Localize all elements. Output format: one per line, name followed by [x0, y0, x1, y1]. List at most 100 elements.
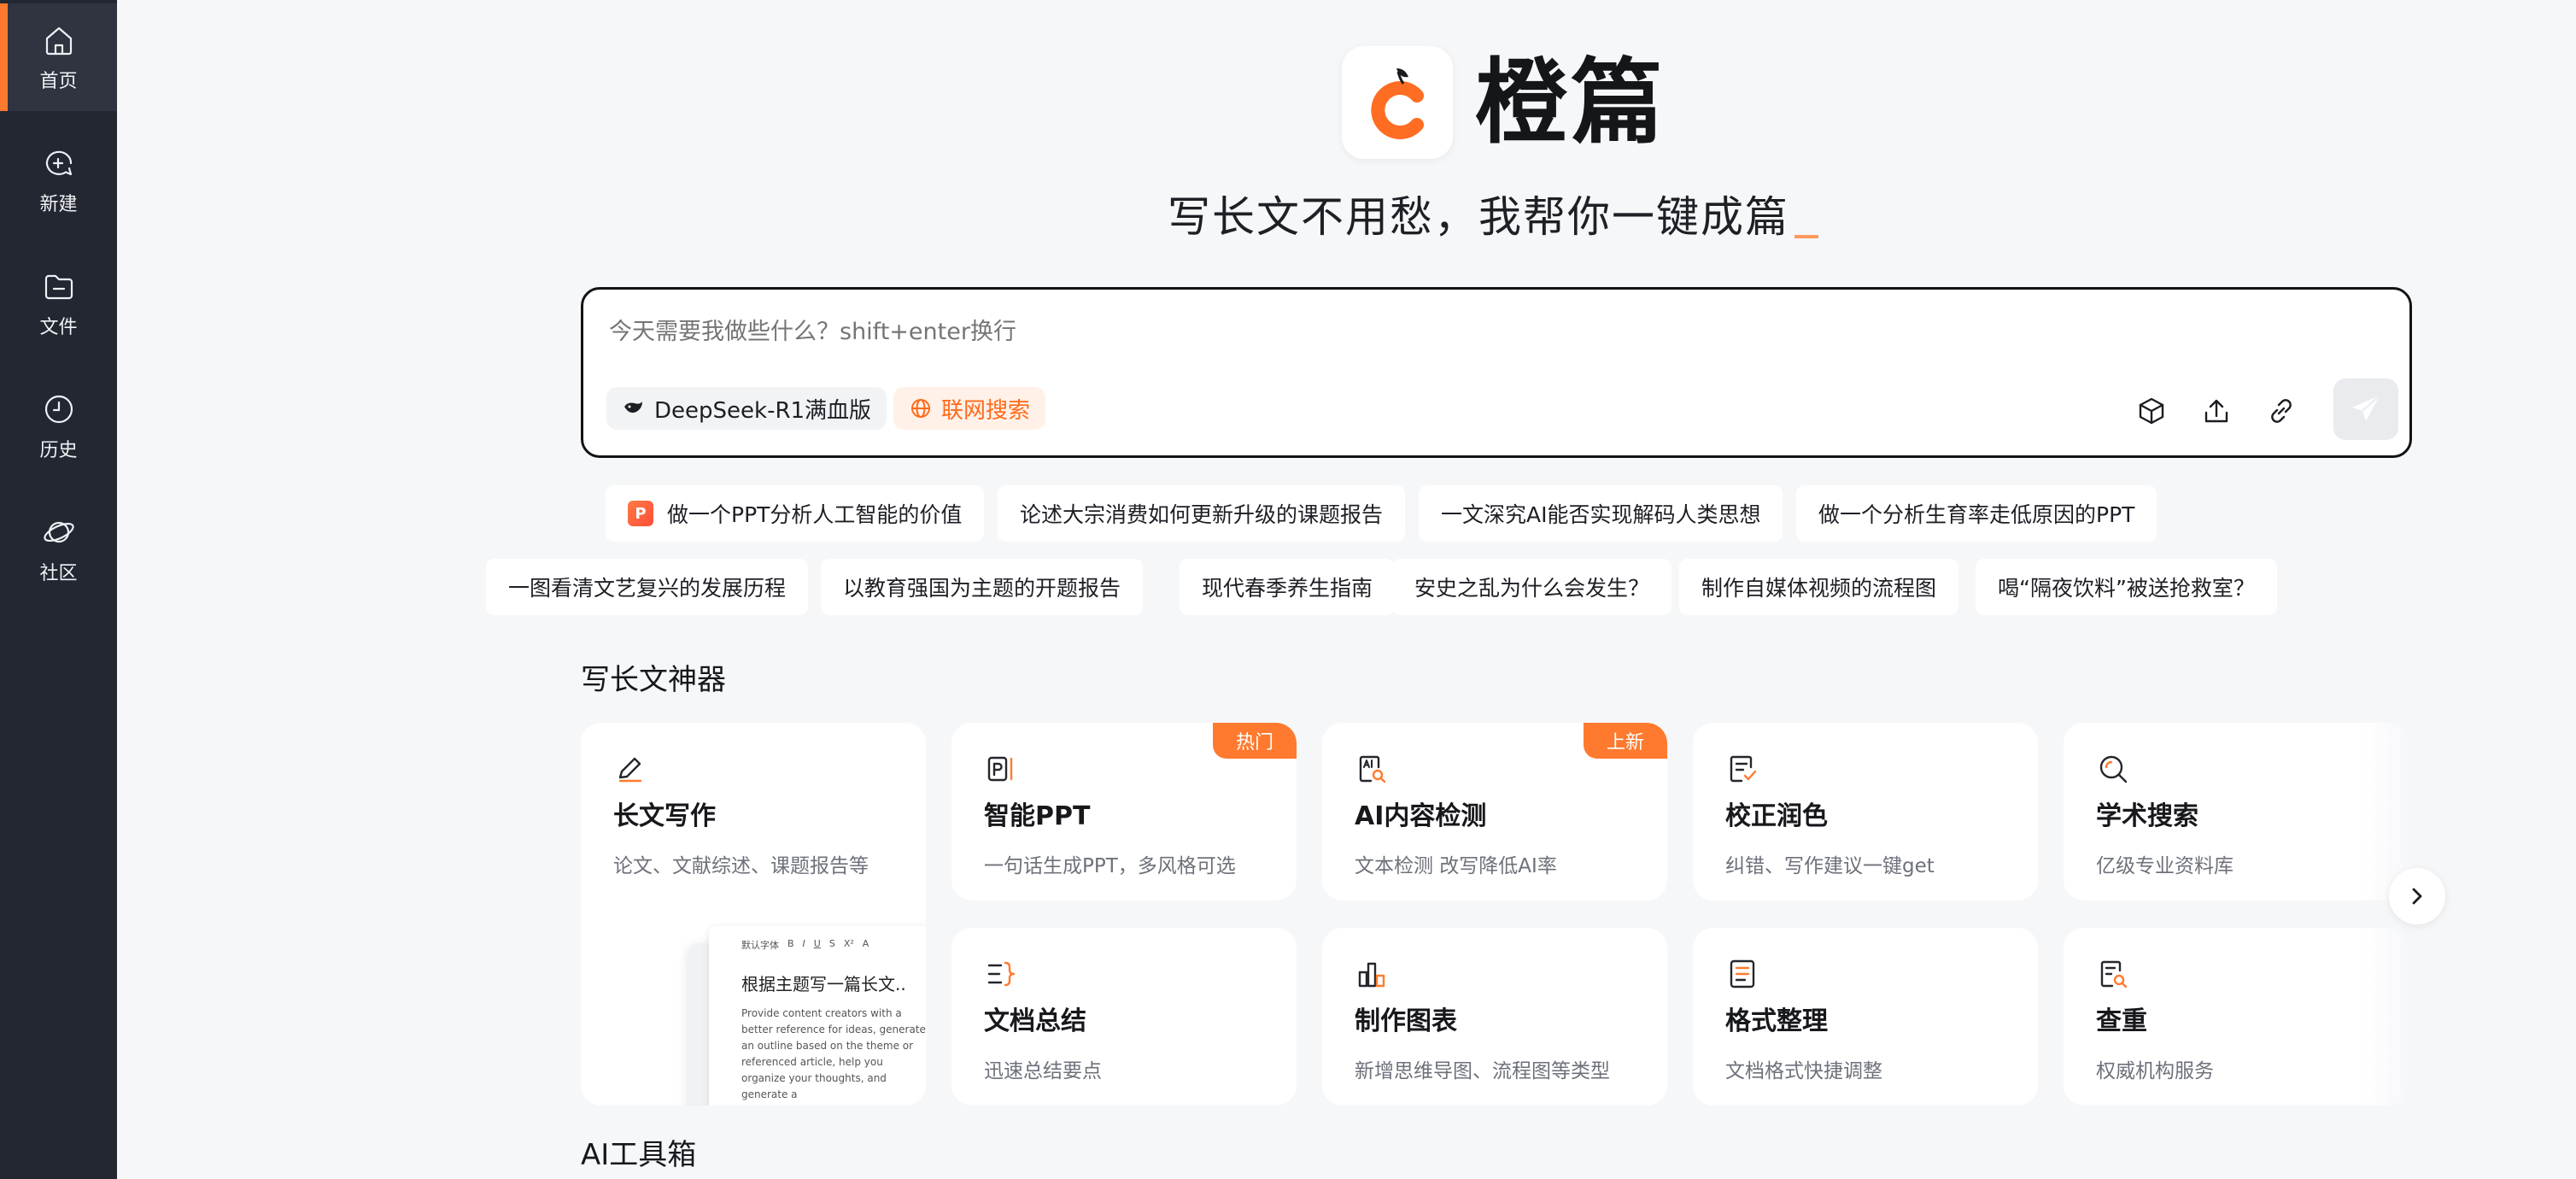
preview-font-label: 默认字体 [741, 940, 779, 951]
card-title: 智能PPT [984, 801, 1091, 831]
prompt-input[interactable] [609, 319, 1890, 345]
proofread-icon [1725, 752, 1759, 786]
card-desc: 文档格式快捷调整 [1725, 1060, 1882, 1082]
prompt-suggestion[interactable]: 论述大宗消费如何更新升级的课题报告 [998, 485, 1406, 542]
tool-card-proofread[interactable]: 校正润色 纠错、写作建议一键get [1693, 723, 2038, 900]
tool-card-smart-ppt[interactable]: 热门 智能PPT 一句话生成PPT，多风格可选 [951, 723, 1297, 900]
prompt-text: 以教育强国为主题的开题报告 [843, 576, 1121, 601]
chevron-right-icon [2412, 888, 2422, 905]
search-icon [2096, 752, 2130, 786]
tool-card-ai-detection[interactable]: 上新 AI内容检测 文本检测 改写降低AI率 [1322, 723, 1667, 900]
tool-card-academic-search[interactable]: 学术搜索 亿级专业资料库 [2064, 723, 2409, 900]
sidebar-item-history[interactable]: 历史 [0, 372, 117, 480]
hot-badge: 热门 [1213, 723, 1297, 759]
card-desc: 亿级专业资料库 [2096, 855, 2234, 877]
new-badge: 上新 [1584, 723, 1667, 759]
prompt-suggestion[interactable]: 一文深究AI能否实现解码人类思想 [1419, 485, 1783, 542]
link-icon [2271, 399, 2292, 423]
prompt-text: 一图看清文艺复兴的发展历程 [508, 576, 787, 601]
brand-name: 橙篇 [1475, 50, 1667, 156]
carousel-next-button[interactable] [2389, 868, 2445, 924]
section-title-tools: 写长文神器 [581, 663, 726, 697]
tools-carousel: 长文写作 论文、文献综述、课题报告等 默认字体 B I U S X² A 根据主题写一篇长文… [581, 723, 2412, 1106]
send-button[interactable] [2333, 378, 2398, 440]
summary-icon [984, 957, 1018, 991]
sidebar-item-label: 历史 [39, 440, 78, 461]
prompt-suggestion[interactable]: 制作自媒体视频的流程图 [1679, 559, 1959, 615]
prompt-suggestion[interactable]: P 做一个PPT分析人工智能的价值 [606, 485, 985, 542]
prompt-suggestion[interactable]: 现代春季养生指南 [1180, 559, 1396, 615]
slogan: 写长文不用愁，我帮你一键成篇 [1168, 183, 1818, 244]
model-label: DeepSeek-R1满血版 [654, 397, 872, 424]
tool-card-plagiarism[interactable]: 查重 权威机构服务 [2064, 928, 2409, 1106]
prompt-text: 喝“隔夜饮料”被送抢救室？ [1998, 576, 2255, 601]
writing-preview-image: 默认字体 B I U S X² A 根据主题写一篇长文.. Provide content … [688, 926, 926, 1106]
globe-icon [911, 399, 930, 418]
card-desc: 文本检测 改写降低AI率 [1355, 855, 1557, 877]
preview-toolbar: 默认字体 B I U S X² A [741, 938, 869, 951]
model-selector[interactable]: DeepSeek-R1满血版 [606, 387, 887, 430]
prompt-text: 安史之乱为什么会发生？ [1414, 576, 1650, 601]
upload-button[interactable] [2198, 392, 2235, 430]
prompt-suggestion[interactable]: 喝“隔夜饮料”被送抢救室？ [1976, 559, 2277, 615]
sidebar-item-community[interactable]: 社区 [0, 496, 117, 603]
prompt-suggestion[interactable]: 安史之乱为什么会发生？ [1392, 559, 1672, 615]
section-title-toolbox: AI工具箱 [581, 1138, 697, 1172]
ai-detect-icon [1355, 752, 1389, 786]
card-title: 校正润色 [1725, 801, 1828, 831]
prompt-text: 一文深究AI能否实现解码人类思想 [1441, 502, 1761, 527]
card-title: 文档总结 [984, 1006, 1086, 1036]
sidebar-item-new[interactable]: 新建 [0, 126, 117, 234]
tool-card-doc-summary[interactable]: 文档总结 迅速总结要点 [951, 928, 1297, 1106]
ppt-icon [984, 752, 1018, 786]
card-desc: 论文、文献综述、课题报告等 [613, 855, 869, 877]
sidebar-item-label: 社区 [39, 563, 78, 584]
new-chat-icon [45, 150, 72, 176]
preview-document: 默认字体 B I U S X² A 根据主题写一篇长文.. Provide content … [709, 926, 926, 1106]
format-icon [1725, 957, 1759, 991]
home-icon [45, 26, 72, 56]
upload-icon [2204, 399, 2228, 423]
logo [1342, 46, 1453, 159]
send-icon [2352, 395, 2380, 421]
card-title: 格式整理 [1725, 1006, 1828, 1036]
card-title: 学术搜索 [2096, 801, 2198, 831]
prompt-text: 做一个PPT分析人工智能的价值 [667, 502, 963, 527]
prompt-suggestion[interactable]: 一图看清文艺复兴的发展历程 [486, 559, 809, 615]
tool-card-chart-maker[interactable]: 制作图表 新增思维导图、流程图等类型 [1322, 928, 1667, 1106]
prompt-text: 现代春季养生指南 [1202, 576, 1373, 601]
sidebar-item-label: 首页 [39, 71, 78, 92]
card-title: 长文写作 [613, 801, 716, 831]
preview-heading: 根据主题写一篇长文.. [741, 974, 906, 994]
ppt-icon: P [628, 501, 653, 526]
planet-icon [43, 521, 74, 543]
card-title: 制作图表 [1355, 1006, 1457, 1036]
sidebar-item-label: 新建 [39, 194, 78, 215]
sidebar-item-home[interactable]: 首页 [0, 3, 117, 111]
orange-logo-icon [1371, 68, 1424, 139]
card-desc: 权威机构服务 [2096, 1060, 2214, 1082]
link-button[interactable] [2263, 392, 2300, 430]
prompt-text: 制作自媒体视频的流程图 [1701, 576, 1937, 601]
sidebar: 首页 新建 文件 历史 社区 [0, 0, 117, 1179]
plagiarism-icon [2096, 957, 2130, 991]
chart-icon [1355, 957, 1389, 991]
pen-icon [613, 752, 647, 786]
knowledge-base-button[interactable] [2133, 392, 2170, 430]
card-desc: 新增思维导图、流程图等类型 [1355, 1060, 1610, 1082]
sidebar-item-label: 文件 [39, 317, 78, 338]
card-title: 查重 [2096, 1006, 2147, 1036]
preview-body: Provide content creators with a better r… [741, 1007, 926, 1100]
tool-card-long-writing[interactable]: 长文写作 论文、文献综述、课题报告等 默认字体 B I U S X² A 根据主题写一篇长文… [581, 723, 926, 1106]
card-desc: 一句话生成PPT，多风格可选 [984, 855, 1236, 877]
prompt-text: 做一个分析生育率走低原因的PPT [1818, 502, 2135, 527]
tool-card-format[interactable]: 格式整理 文档格式快捷调整 [1693, 928, 2038, 1106]
slogan-text: 写长文不用愁，我帮你一键成篇 [1168, 192, 1789, 242]
main-content: 橙篇 写长文不用愁，我帮你一键成篇 DeepSeek-R1满血版 联网搜索 P做… [117, 0, 2576, 1179]
prompt-suggestion[interactable]: 做一个分析生育率走低原因的PPT [1796, 485, 2157, 542]
web-search-toggle[interactable]: 联网搜索 [893, 387, 1046, 430]
prompt-suggestion[interactable]: 以教育强国为主题的开题报告 [821, 559, 1144, 615]
folder-icon [44, 274, 73, 300]
sidebar-item-files[interactable]: 文件 [0, 249, 117, 357]
typing-cursor [1794, 235, 1818, 238]
